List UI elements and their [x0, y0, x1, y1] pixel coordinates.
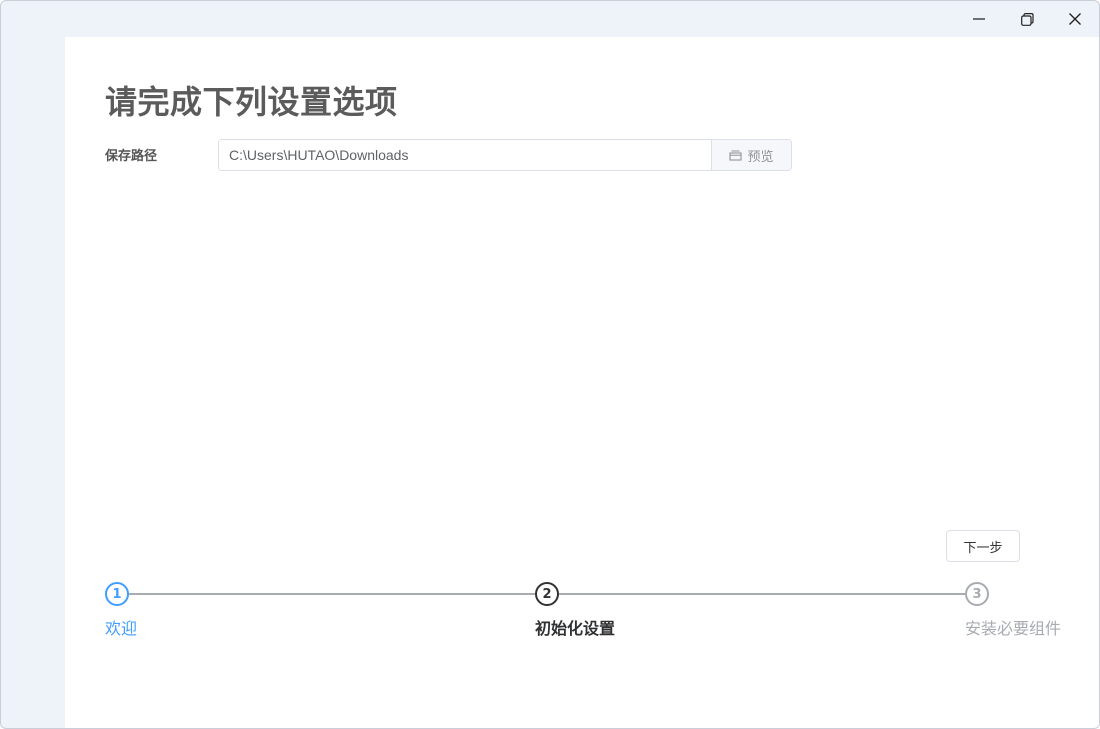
step-3-label: 安装必要组件 — [965, 619, 1062, 638]
minimize-icon — [973, 18, 985, 20]
close-icon — [1069, 13, 1081, 25]
progress-steps: 1 欢迎 2 初始化设置 3 安装必要组件 — [65, 37, 1099, 728]
step-2-indicator: 2 — [535, 582, 559, 606]
step-1-indicator: 1 — [105, 582, 129, 606]
step-1-label: 欢迎 — [105, 619, 138, 638]
main-content: 请完成下列设置选项 保存路径 预览 下一步 1 欢迎 2 初始化设置 3 安装必 — [65, 37, 1099, 728]
restore-icon — [1020, 12, 1034, 26]
restore-button[interactable] — [1003, 1, 1051, 37]
close-button[interactable] — [1051, 1, 1099, 37]
app-window: 请完成下列设置选项 保存路径 预览 下一步 1 欢迎 2 初始化设置 3 安装必 — [0, 0, 1100, 729]
step-connector-2 — [559, 593, 965, 595]
window-controls — [955, 1, 1099, 37]
step-3-indicator: 3 — [965, 582, 989, 606]
step-2-label: 初始化设置 — [535, 619, 616, 638]
step-connector-1 — [129, 593, 535, 595]
minimize-button[interactable] — [955, 1, 1003, 37]
